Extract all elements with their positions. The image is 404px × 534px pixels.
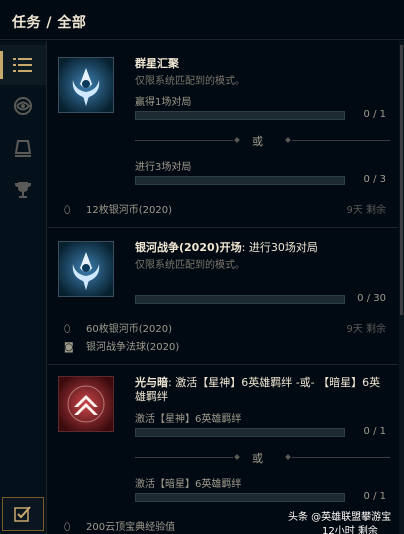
- sidebar-item-tft[interactable]: [0, 85, 46, 125]
- coin-icon: ⬯: [64, 522, 71, 533]
- sidebar-item-all[interactable]: [0, 45, 46, 85]
- checkbox-icon: [14, 506, 31, 522]
- quest-card[interactable]: 群星汇聚 仅限系统匹配到的模式。 赢得1场对局 0 / 1 或 进行3场对局 0…: [48, 41, 398, 228]
- progress-bar: [135, 428, 345, 437]
- reward-item: ⬯ 12枚银河币(2020): [64, 205, 172, 216]
- watermark: 头条 @英雄联盟攀游宝 12小时 剩余: [288, 512, 392, 534]
- progress-count: 0 / 1: [363, 109, 386, 120]
- galaxy-emblem-icon: [58, 241, 114, 297]
- progress-bar: [135, 295, 345, 304]
- quest-card[interactable]: 银河战争(2020)开场: 进行30场对局 仅限系统匹配到的模式。 0 / 30…: [48, 229, 398, 365]
- orb-icon: ◙: [64, 342, 74, 353]
- objective-label: 赢得1场对局: [135, 97, 192, 108]
- progress-bar: [135, 111, 345, 120]
- objective-label: 激活【暗星】6英雄羁绊: [135, 479, 242, 490]
- progress-count: 0 / 30: [357, 293, 386, 304]
- quest-list: 群星汇聚 仅限系统匹配到的模式。 赢得1场对局 0 / 1 或 进行3场对局 0…: [48, 41, 398, 534]
- progress-count: 0 / 1: [363, 491, 386, 502]
- galaxy-emblem-icon: [58, 57, 114, 113]
- or-label: 或: [252, 135, 263, 148]
- coin-icon: ⬯: [64, 205, 71, 216]
- quest-subtitle: 仅限系统匹配到的模式。: [135, 260, 245, 271]
- completed-quests-button[interactable]: [2, 497, 44, 531]
- sidebar-item-events[interactable]: [0, 127, 46, 167]
- list-icon: [13, 58, 32, 72]
- sidebar-item-achievements[interactable]: [0, 169, 46, 209]
- objective-label: 进行3场对局: [135, 162, 192, 173]
- page-title: 任务 / 全部: [12, 15, 87, 31]
- chevron-emblem-icon: [58, 376, 114, 432]
- scrollbar-thumb[interactable]: [400, 45, 403, 315]
- quest-title: 光与暗: 激活【星神】6英雄羁绊 -或- 【暗星】6英雄羁绊: [135, 376, 381, 403]
- header: 任务 / 全部: [0, 0, 404, 40]
- or-label: 或: [252, 452, 263, 465]
- reward-item: ⬯ 200云顶宝典经验值: [64, 522, 176, 533]
- trophy-icon: [15, 182, 31, 198]
- expire-label: 9天 剩余: [346, 205, 386, 216]
- progress-count: 0 / 3: [363, 174, 386, 185]
- quest-subtitle: 仅限系统匹配到的模式。: [135, 76, 245, 87]
- sidebar: [0, 41, 47, 534]
- progress-count: 0 / 1: [363, 426, 386, 437]
- reward-item: ◙ 银河战争法球(2020): [64, 342, 180, 353]
- progress-bar: [135, 176, 345, 185]
- quest-title: 银河战争(2020)开场: 进行30场对局: [135, 241, 318, 254]
- bell-icon: [14, 140, 32, 157]
- objective-label: 激活【星神】6英雄羁绊: [135, 414, 242, 425]
- progress-bar: [135, 493, 345, 502]
- or-divider: 或: [135, 133, 390, 148]
- expire-label: 9天 剩余: [346, 324, 386, 335]
- scrollbar[interactable]: [399, 41, 404, 534]
- or-divider: 或: [135, 450, 390, 465]
- swirl-icon: [14, 97, 32, 115]
- quest-title: 群星汇聚: [135, 57, 179, 70]
- coin-icon: ⬯: [64, 324, 71, 335]
- reward-item: ⬯ 60枚银河币(2020): [64, 324, 172, 335]
